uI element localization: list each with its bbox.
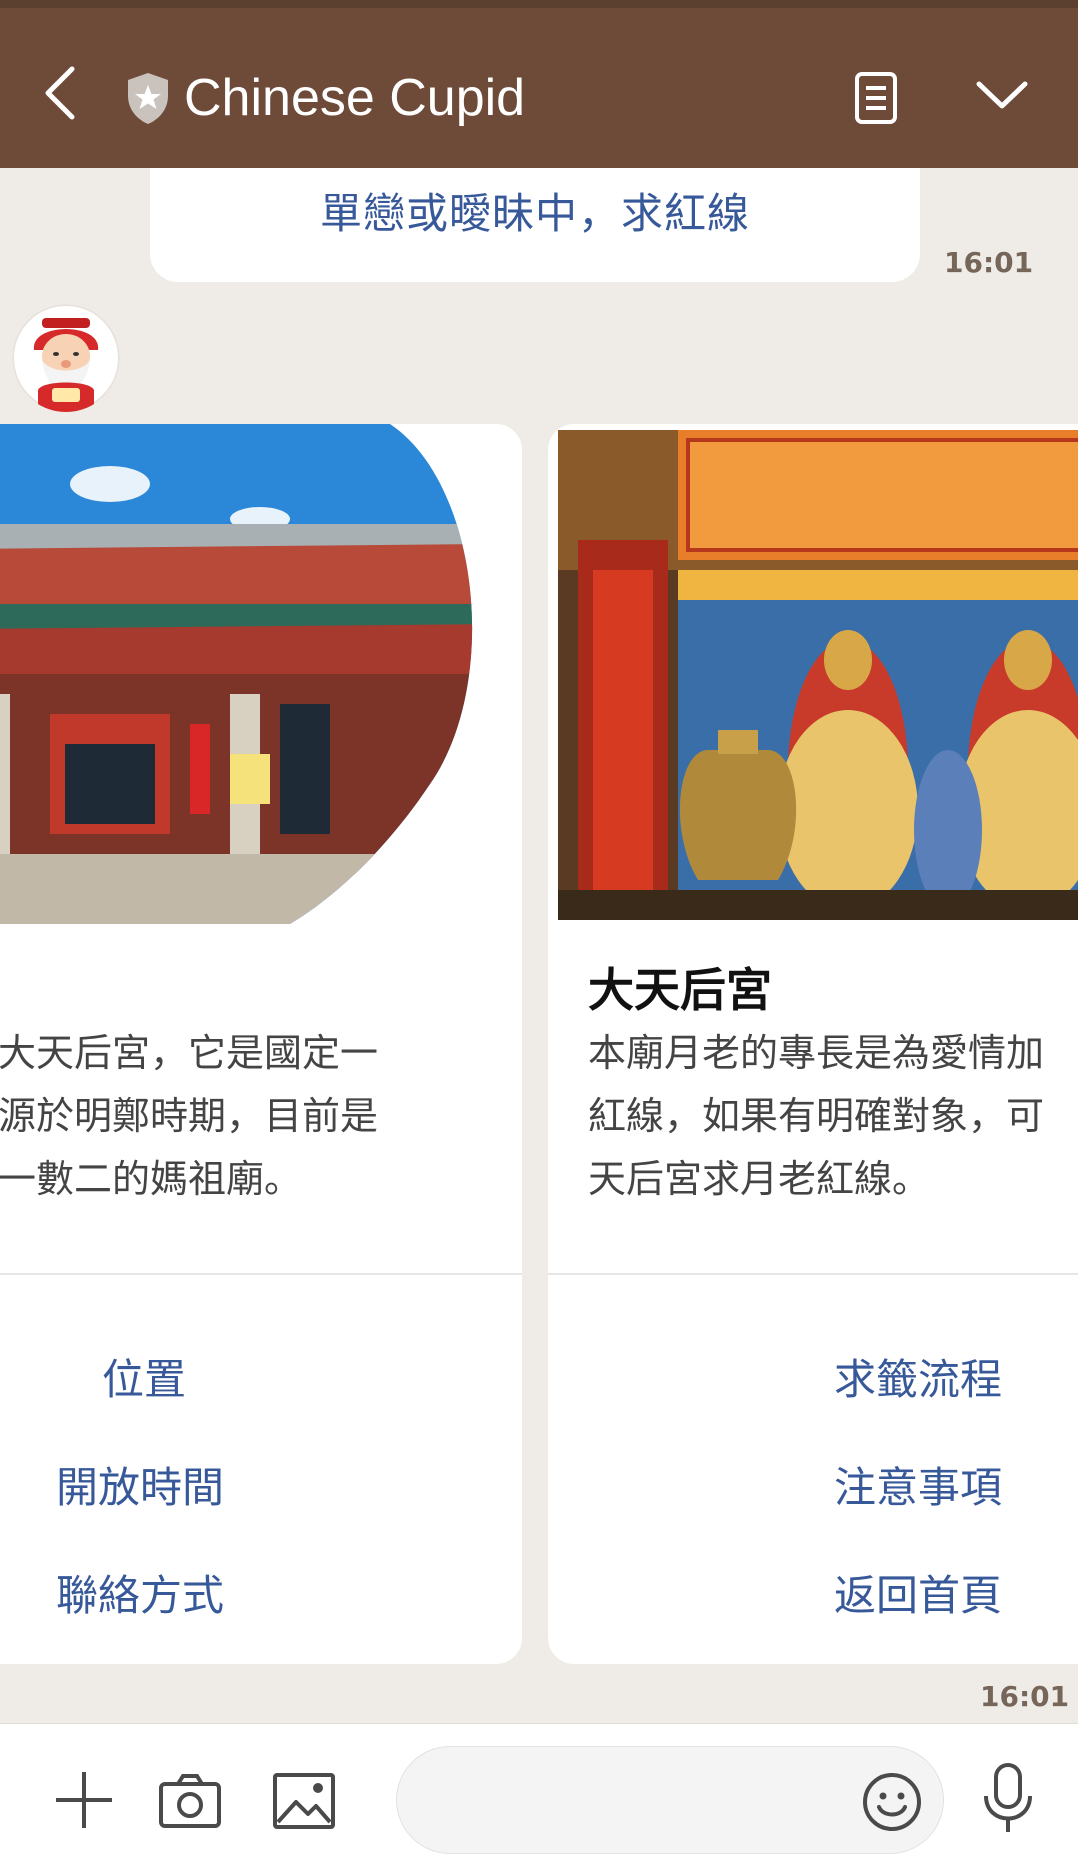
temple-exterior-image (0, 424, 522, 924)
back-home-button[interactable]: 返回首頁 (834, 1562, 1002, 1623)
fortune-process-button[interactable]: 求籤流程 (834, 1346, 1002, 1407)
temple-photo (0, 424, 522, 924)
matchmaker-god-avatar-image (12, 304, 120, 412)
emoji-icon[interactable] (861, 1771, 923, 1833)
card-description: 是大天后宮，它是國定一起源於明鄭時期，目前是數一數二的媽祖廟。 (0, 1031, 379, 1201)
opening-hours-button[interactable]: 開放時間 (56, 1454, 224, 1515)
carousel-timestamp: 16:01 (980, 1680, 1070, 1713)
microphone-icon[interactable] (980, 1762, 1036, 1836)
temple-photo (558, 430, 1078, 920)
message-text: 單戀或曖昧中，求紅線 (319, 189, 750, 238)
temple-card-right[interactable]: 大天后宮 本廟月老的專長是為愛情加 紅線，如果有明確對象，可 天后宮求月老紅線。 求… (548, 424, 1078, 1664)
shield-star-icon (128, 73, 168, 124)
bot-avatar[interactable] (12, 304, 120, 412)
camera-icon[interactable] (158, 1772, 222, 1830)
notes-button[interactable]: 注意事項 (834, 1454, 1002, 1515)
location-button[interactable]: 位置 (102, 1346, 186, 1407)
input-toolbar (0, 1723, 1078, 1873)
contact-button[interactable]: 聯絡方式 (56, 1562, 224, 1623)
status-strip (0, 0, 1078, 8)
chevron-down-icon[interactable] (975, 78, 1029, 114)
message-input[interactable] (396, 1746, 944, 1854)
image-icon[interactable] (272, 1772, 336, 1830)
notes-icon[interactable] (852, 70, 900, 126)
back-chevron-icon[interactable] (40, 63, 80, 123)
card-description: 本廟月老的專長是為愛情加 紅線，如果有明確對象，可 天后宮求月老紅線。 (588, 1031, 1045, 1201)
card-title: 大天后宮 (588, 963, 772, 1017)
divider (548, 1273, 1078, 1275)
plus-icon[interactable] (52, 1768, 116, 1832)
chat-header: Chinese Cupid (0, 8, 1078, 168)
temple-card-left[interactable]: 是大天后宮，它是國定一起源於明鄭時期，目前是數一數二的媽祖廟。 位置 開放時間 … (0, 424, 522, 1664)
message-timestamp: 16:01 (944, 246, 1034, 279)
chat-area[interactable]: 單戀或曖昧中，求紅線 16:01 是大天后宮，它是國定一 起源於明鄭時期，目前是… (0, 168, 1078, 1723)
divider (0, 1273, 522, 1275)
matchmaker-shrine-image (558, 430, 1078, 920)
chat-title: Chinese Cupid (184, 69, 526, 127)
message-bubble[interactable]: 單戀或曖昧中，求紅線 (150, 168, 920, 282)
